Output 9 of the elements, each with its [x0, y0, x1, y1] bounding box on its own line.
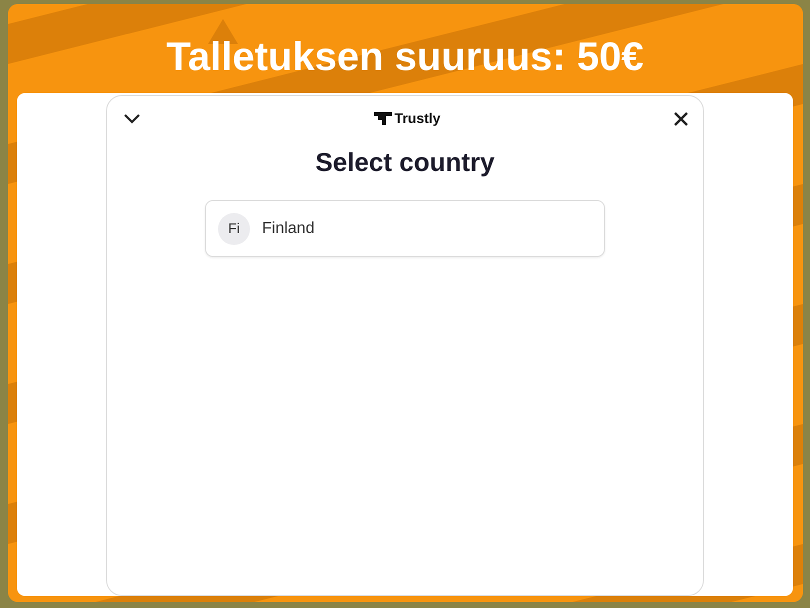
collapse-button[interactable]	[123, 112, 141, 124]
close-button[interactable]	[673, 110, 689, 126]
logo-icon	[374, 112, 392, 125]
country-option[interactable]: Fi Finland	[205, 200, 605, 257]
brand-name: Trustly	[394, 109, 440, 128]
country-code: Fi	[218, 212, 250, 244]
dialog-title: Select country	[315, 146, 495, 179]
country-name: Finland	[262, 218, 314, 238]
page-title: Talletuksen suuruus: 50€	[165, 34, 645, 81]
